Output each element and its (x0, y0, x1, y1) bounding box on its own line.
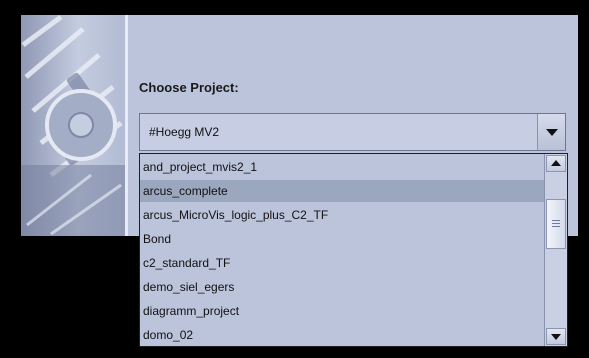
grip-line (552, 220, 560, 221)
arrow-up-icon (551, 160, 561, 166)
list-item-selected[interactable]: arcus_complete (140, 180, 544, 202)
scroll-thumb[interactable] (546, 199, 566, 249)
arrow-down-icon (551, 334, 561, 340)
choose-project-label: Choose Project: (139, 80, 239, 95)
chevron-down-icon (546, 129, 558, 136)
list-item[interactable]: Bond (140, 228, 544, 250)
gear-banner (21, 15, 125, 236)
list-item[interactable]: arcus_MicroVis_logic_plus_C2_TF (140, 204, 544, 226)
scroll-up-button[interactable] (546, 155, 566, 172)
list-scrollbar[interactable] (544, 154, 567, 346)
list-item[interactable]: domo_02 (140, 324, 544, 346)
list-item[interactable]: c2_standard_TF (140, 252, 544, 274)
list-item[interactable]: and_project_mvis2_1 (140, 156, 544, 178)
project-dropdown-list[interactable]: and_project_mvis2_1 arcus_complete arcus… (139, 153, 568, 347)
combo-dropdown-button[interactable] (537, 114, 565, 150)
gear-icon (21, 15, 125, 236)
grip-line (552, 226, 560, 227)
list-item[interactable]: demo_siel_egers (140, 276, 544, 298)
list-item[interactable]: diagramm_project (140, 300, 544, 322)
combo-selected-value: #Hoegg MV2 (149, 125, 220, 139)
project-combobox[interactable]: #Hoegg MV2 (139, 113, 566, 151)
grip-line (552, 223, 560, 224)
scroll-down-button[interactable] (546, 328, 566, 345)
